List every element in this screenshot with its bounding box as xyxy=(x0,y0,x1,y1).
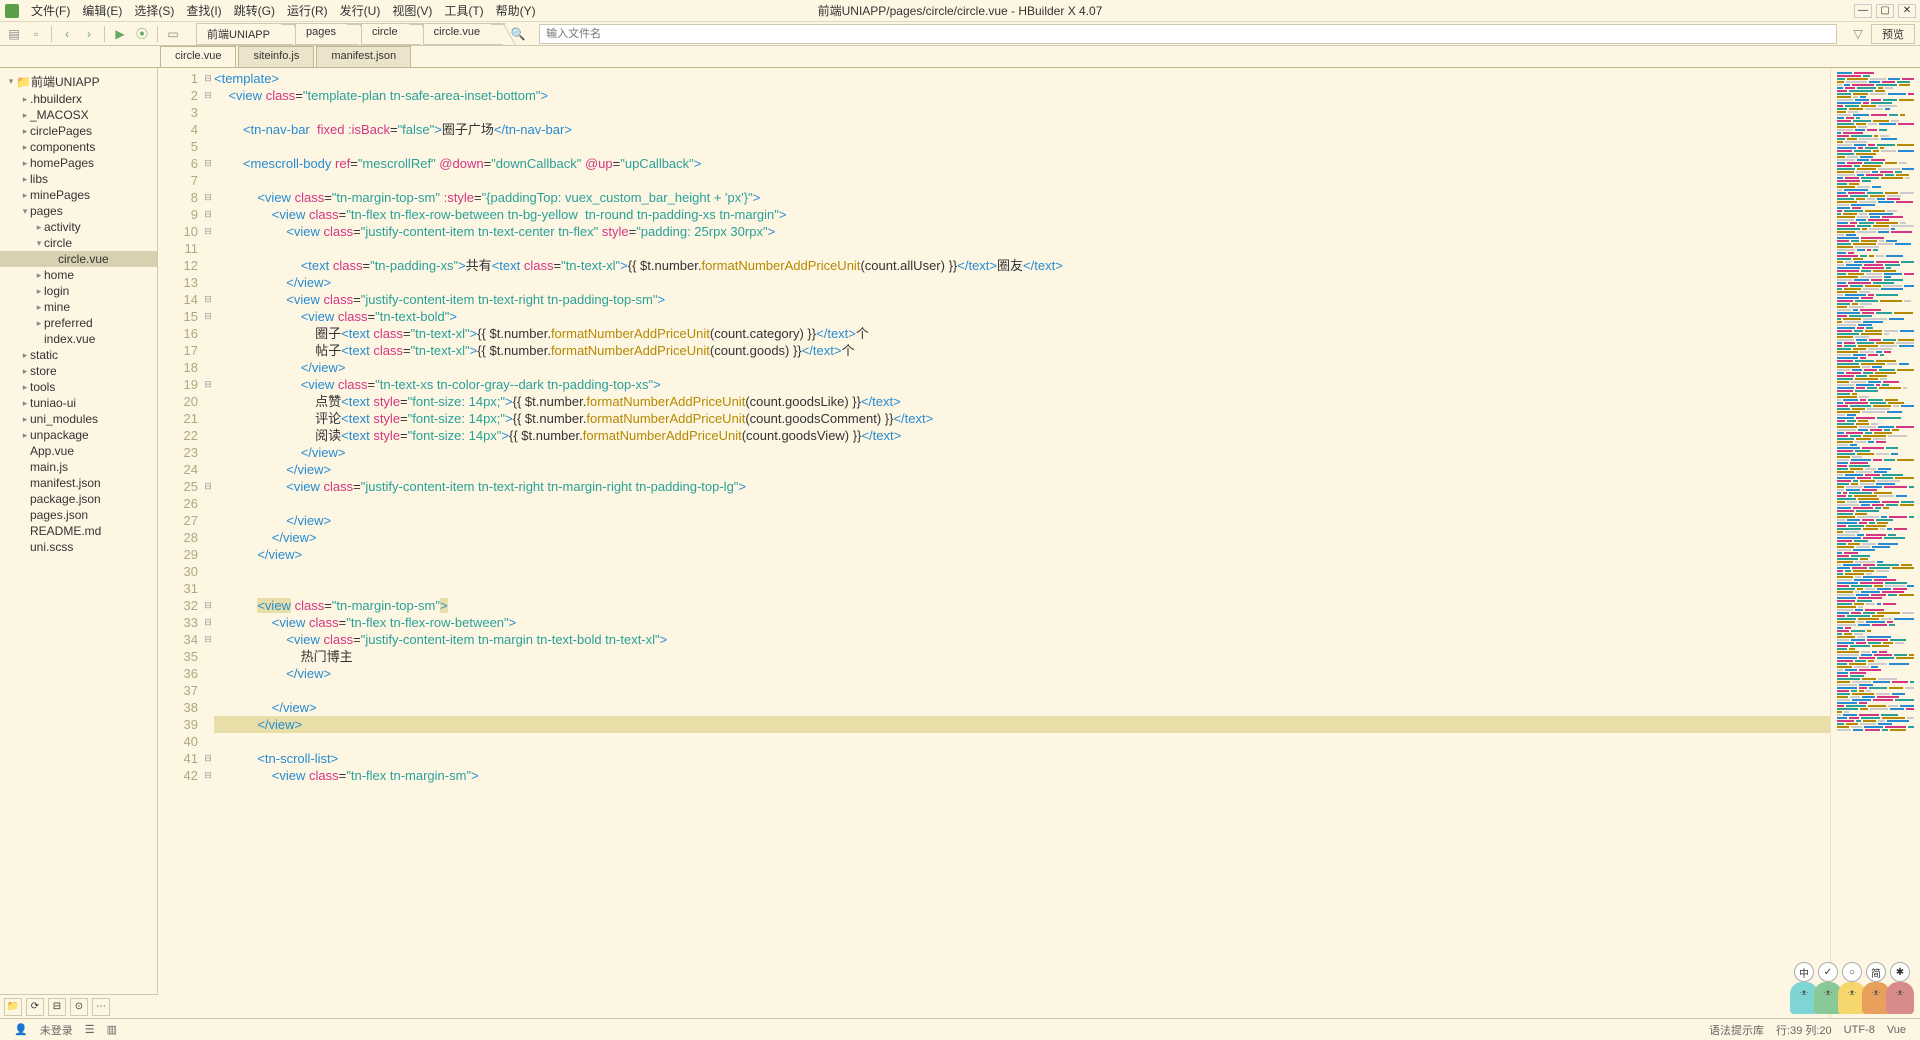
new-file-icon[interactable]: ▤ xyxy=(5,25,23,43)
mascot-cat[interactable]: ✱ xyxy=(1886,982,1914,1014)
tree-node[interactable]: ▸ store xyxy=(0,363,157,379)
tree-node[interactable]: ▸ circlePages xyxy=(0,123,157,139)
tree-node[interactable]: ▾ pages xyxy=(0,203,157,219)
tree-node[interactable]: package.json xyxy=(0,491,157,507)
menu-item[interactable]: 选择(S) xyxy=(128,2,180,19)
locate-icon[interactable]: ⊙ xyxy=(70,998,88,1016)
collapse-icon[interactable]: ⊟ xyxy=(48,998,66,1016)
tree-node[interactable]: ▸ components xyxy=(0,139,157,155)
tree-node[interactable]: ▸ .hbuilderx xyxy=(0,91,157,107)
menu-bar: 文件(F)编辑(E)选择(S)查找(I)跳转(G)运行(R)发行(U)视图(V)… xyxy=(0,0,1920,22)
filter-icon[interactable]: ▽ xyxy=(1849,25,1867,43)
tree-node[interactable]: ▸ _MACOSX xyxy=(0,107,157,123)
back-icon[interactable]: ‹ xyxy=(58,25,76,43)
tree-node[interactable]: ▸ minePages xyxy=(0,187,157,203)
tree-node[interactable]: main.js xyxy=(0,459,157,475)
user-icon[interactable]: 👤 xyxy=(14,1023,28,1036)
tree-node[interactable]: ▸ static xyxy=(0,347,157,363)
login-status[interactable]: 未登录 xyxy=(40,1022,73,1038)
editor-tabs: circle.vuesiteinfo.jsmanifest.json xyxy=(0,46,1920,68)
tree-node[interactable]: ▸ home xyxy=(0,267,157,283)
editor-tab[interactable]: circle.vue xyxy=(160,46,236,67)
status-bar: 👤 未登录 ☰ ▥ 语法提示库 行:39 列:20 UTF-8 Vue xyxy=(0,1018,1920,1040)
language-mode[interactable]: Vue xyxy=(1887,1024,1906,1036)
terminal-icon[interactable]: ▭ xyxy=(164,25,182,43)
tree-node[interactable]: uni.scss xyxy=(0,539,157,555)
encoding[interactable]: UTF-8 xyxy=(1844,1024,1875,1036)
tree-node[interactable]: ▸ uni_modules xyxy=(0,411,157,427)
run-icon[interactable]: ▶ xyxy=(111,25,129,43)
window-title: 前端UNIAPP/pages/circle/circle.vue - HBuil… xyxy=(818,2,1103,19)
tree-node[interactable]: ▸ login xyxy=(0,283,157,299)
minimap[interactable] xyxy=(1830,68,1920,1020)
sidebar-toolbar: 📁 ⟳ ⊟ ⊙ ⋯ xyxy=(0,994,158,1018)
tree-node[interactable]: ▸ homePages xyxy=(0,155,157,171)
tree-node[interactable]: App.vue xyxy=(0,443,157,459)
syntax-lib[interactable]: 语法提示库 xyxy=(1709,1022,1764,1038)
maximize-button[interactable]: ▢ xyxy=(1876,4,1894,18)
minimize-button[interactable]: — xyxy=(1854,4,1872,18)
breadcrumb-item[interactable]: pages xyxy=(295,23,361,45)
menu-item[interactable]: 文件(F) xyxy=(25,2,76,19)
tree-node[interactable]: pages.json xyxy=(0,507,157,523)
toolbar: ▤ ▫ ‹ › ▶ ⦿ ▭ 前端UNIAPPpagescirclecircle.… xyxy=(0,22,1920,46)
tree-node[interactable]: ▸ tools xyxy=(0,379,157,395)
close-button[interactable]: ✕ xyxy=(1898,4,1916,18)
file-search-input[interactable] xyxy=(539,24,1837,44)
tree-node[interactable]: manifest.json xyxy=(0,475,157,491)
breadcrumb-item[interactable]: circle xyxy=(361,23,423,45)
menu-item[interactable]: 查找(I) xyxy=(180,2,227,19)
menu-item[interactable]: 发行(U) xyxy=(334,2,387,19)
tree-node[interactable]: ▸ activity xyxy=(0,219,157,235)
stop-icon[interactable]: ⦿ xyxy=(133,25,151,43)
tree-node[interactable]: ▸ mine xyxy=(0,299,157,315)
menu-item[interactable]: 跳转(G) xyxy=(228,2,281,19)
sync-icon[interactable]: ⟳ xyxy=(26,998,44,1016)
tree-node[interactable]: circle.vue xyxy=(0,251,157,267)
code-editor[interactable]: 1234567891011121314151617181920212223242… xyxy=(158,68,1920,1020)
preview-button[interactable]: 预览 xyxy=(1871,24,1915,44)
editor-tab[interactable]: manifest.json xyxy=(316,46,411,67)
forward-icon[interactable]: › xyxy=(80,25,98,43)
tree-node[interactable]: ▸ preferred xyxy=(0,315,157,331)
panel-icon[interactable]: ▥ xyxy=(107,1023,117,1036)
tree-node[interactable]: ▾ circle xyxy=(0,235,157,251)
tree-node[interactable]: ▸ unpackage xyxy=(0,427,157,443)
menu-item[interactable]: 编辑(E) xyxy=(76,2,128,19)
list-icon[interactable]: ☰ xyxy=(85,1023,95,1036)
menu-item[interactable]: 运行(R) xyxy=(281,2,334,19)
breadcrumb-item[interactable]: 前端UNIAPP xyxy=(196,23,295,45)
file-explorer[interactable]: ▾ 📁前端UNIAPP▸ .hbuilderx▸ _MACOSX▸ circle… xyxy=(0,68,158,1020)
menu-item[interactable]: 帮助(Y) xyxy=(490,2,542,19)
tree-node[interactable]: ▾ 📁前端UNIAPP xyxy=(0,72,157,91)
tree-node[interactable]: README.md xyxy=(0,523,157,539)
folder-icon[interactable]: 📁 xyxy=(4,998,22,1016)
app-logo xyxy=(5,4,19,18)
cursor-position: 行:39 列:20 xyxy=(1776,1022,1832,1038)
menu-item[interactable]: 视图(V) xyxy=(386,2,438,19)
mascot-cats: 中✓○简✱ xyxy=(1794,982,1914,1014)
save-icon[interactable]: ▫ xyxy=(27,25,45,43)
breadcrumb-item[interactable]: circle.vue xyxy=(423,23,505,45)
menu-item[interactable]: 工具(T) xyxy=(438,2,489,19)
tree-node[interactable]: ▸ tuniao-ui xyxy=(0,395,157,411)
more-icon[interactable]: ⋯ xyxy=(92,998,110,1016)
editor-tab[interactable]: siteinfo.js xyxy=(238,46,314,67)
tree-node[interactable]: index.vue xyxy=(0,331,157,347)
tree-node[interactable]: ▸ libs xyxy=(0,171,157,187)
